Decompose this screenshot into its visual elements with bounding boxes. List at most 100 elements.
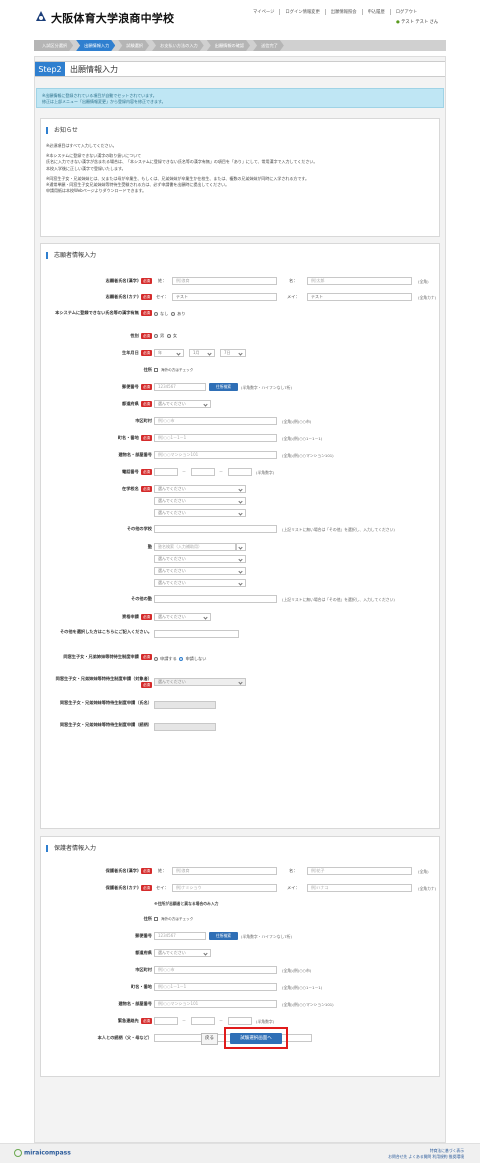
g-overseas-checkbox[interactable] [154, 917, 158, 921]
gender-options: 男 女 [154, 333, 177, 339]
building-label: 建物名・部屋番号 [118, 452, 152, 457]
juku-search-input[interactable]: 塾名検索（入力補助用） [154, 543, 236, 551]
g-zip-input[interactable]: 1234567 [154, 932, 206, 940]
city-input[interactable]: 例)○○市 [154, 417, 277, 425]
mei-kana-label: メイ： [287, 294, 300, 299]
juku-select-1[interactable]: 選んでください [154, 555, 246, 563]
phone-input-3[interactable] [228, 468, 252, 476]
footer-link-row[interactable]: お問合せ先 よくある質問 利用規約 推奨環境 [388, 1154, 464, 1160]
person-icon: ● [396, 20, 400, 25]
top-nav: マイページ ログイン情報変更 出願情報照会 申込履歴 ログアウト [248, 9, 422, 15]
step-3: 試験選択 [118, 40, 149, 51]
sibling-name-input[interactable] [154, 701, 216, 709]
dash: － [182, 469, 186, 474]
name-kana-label: 志願者氏名(カナ) 必須 [105, 294, 152, 300]
sibling-options: 申請する 申請しない [154, 656, 206, 662]
zip-note: (半角数字・ハイフンなし7桁) [241, 385, 292, 390]
g-city-input[interactable]: 例)○○市 [154, 966, 277, 974]
user-name: ● テスト テスト さん [396, 19, 438, 25]
birth-year-select[interactable]: 年 [154, 349, 184, 357]
phone-note: (半角数字) [256, 470, 275, 475]
school-select-2[interactable]: 選んでください [154, 497, 246, 505]
g-street-note: (全角)(例)○○1－1－1) [282, 985, 323, 990]
name-kana-sei-input[interactable]: テスト [172, 293, 277, 301]
city-note: (全角)(例)○○市) [282, 419, 312, 424]
emergency-input-1[interactable] [154, 1017, 178, 1025]
g-street-input[interactable]: 例)○○1－1－1 [154, 983, 277, 991]
phone-input-2[interactable] [191, 468, 215, 476]
kanji-none-radio[interactable] [154, 312, 158, 316]
back-button[interactable]: 戻る [201, 1033, 218, 1045]
birth-label: 生年月日 必須 [122, 350, 152, 356]
emergency-input-3[interactable] [228, 1017, 252, 1025]
info-line: 修正は上部メニュー「出願情報変更」から登録内容を修正できます。 [42, 99, 166, 104]
zip-input[interactable]: 1234567 [154, 383, 206, 391]
sibling-rel-input[interactable] [154, 723, 216, 731]
other-note-input[interactable] [154, 630, 239, 638]
phone-input-1[interactable] [154, 468, 178, 476]
juku-select-3[interactable]: 選んでください [154, 579, 246, 587]
other-school-label: その他の学校 [126, 526, 152, 531]
step-2: 出願情報入力 [76, 40, 115, 51]
gender-male-radio[interactable] [154, 334, 158, 338]
g-building-input[interactable]: 例)○○マンション101 [154, 1000, 277, 1008]
address-search-button[interactable]: 住所検索 [209, 383, 238, 391]
g-building-label: 建物名・部屋番号 [118, 1001, 152, 1006]
juku-search-button[interactable] [236, 543, 246, 551]
overseas-checkbox[interactable] [154, 368, 158, 372]
nav-application-view[interactable]: 出願情報照会 [324, 9, 362, 15]
sibling-no-apply-radio[interactable] [179, 657, 184, 661]
name-kanji-sei-input[interactable]: 例)浪商 [172, 277, 277, 285]
name-kanji-mei-input[interactable]: 例)太郎 [307, 277, 412, 285]
school-select-1[interactable]: 選んでください [154, 485, 246, 493]
birth-day-select[interactable]: 7日 [220, 349, 246, 357]
sibling-target-select[interactable]: 選んでください [154, 678, 246, 686]
kanji-exists-radio[interactable] [171, 312, 176, 316]
sibling-apply-radio[interactable] [154, 657, 158, 661]
nav-login-change[interactable]: ログイン情報変更 [279, 9, 324, 15]
other-juku-note: (上記リストに無い場合は「その他」を選択し、入力してください) [282, 597, 395, 602]
school-select-3[interactable]: 選んでください [154, 509, 246, 517]
guardian-title: 保護者情報入力 [46, 845, 96, 852]
other-school-input[interactable] [154, 525, 277, 533]
brand-logo-icon [14, 1149, 22, 1157]
sibling-rel-label: 同窓生子女・兄弟姉妹等特待生制度申請（続柄） [59, 722, 152, 727]
building-input[interactable]: 例)○○マンション101 [154, 451, 277, 459]
sibling-label: 同窓生子女・兄弟姉妹等特待生制度申請 必須 [63, 654, 152, 661]
footer: miraicompass 特商法に基づく表示 お問合せ先 よくある質問 利用規約… [0, 1143, 480, 1163]
other-juku-input[interactable] [154, 595, 277, 603]
nav-history[interactable]: 申込履歴 [361, 9, 390, 15]
zip-label: 郵便番号 必須 [122, 384, 152, 390]
gender-label: 性別 必須 [130, 333, 152, 339]
street-input[interactable]: 例)○○1－1－1 [154, 434, 277, 442]
g-name-kanji-mei-input[interactable]: 例)花子 [307, 867, 412, 875]
nav-logout[interactable]: ログアウト [389, 9, 422, 15]
info-box: ※出願情報に登録されている項目が自動でセットされています。 修正は上部メニュー「… [36, 88, 444, 108]
g-overseas-check[interactable]: 海外の方はチェック [154, 916, 193, 922]
sibling-name-label: 同窓生子女・兄弟姉妹等特待生制度申請（氏名） [59, 700, 152, 705]
g-pref-select[interactable]: 選んでください [154, 949, 211, 957]
pref-select[interactable]: 選んでください [154, 400, 211, 408]
g-address-search-button[interactable]: 住所検索 [209, 932, 238, 940]
exam-type-select[interactable]: 選んでください [154, 613, 211, 621]
main-content: Step2 出願情報入力 ※出願情報に登録されている項目が自動でセットされていま… [34, 56, 446, 1143]
g-name-kana-sei-input[interactable]: 例)ナミショウ [172, 884, 277, 892]
step-number: Step2 [35, 62, 65, 76]
g-name-kana-mei-input[interactable]: 例)ハナコ [307, 884, 412, 892]
emergency-label: 緊急連絡先 必須 [117, 1018, 152, 1024]
relation-label: 本人との続柄（父・母など） [97, 1035, 152, 1040]
nav-mypage[interactable]: マイページ [248, 9, 279, 15]
name-kana-mei-input[interactable]: テスト [307, 293, 412, 301]
footer-brand: miraicompass [14, 1149, 71, 1157]
gender-female-radio[interactable] [166, 334, 171, 338]
overseas-check[interactable]: 海外の方はチェック [154, 367, 193, 373]
street-note: (全角)(例)○○1－1－1) [282, 436, 323, 441]
emergency-input-2[interactable] [191, 1017, 215, 1025]
street-label: 町名・番地 必須 [117, 435, 152, 441]
city-label: 市区町村 [135, 418, 152, 423]
juku-select-2[interactable]: 選んでください [154, 567, 246, 575]
g-name-kanji-sei-input[interactable]: 例)浪商 [172, 867, 277, 875]
next-button[interactable]: 試験選択画面へ [230, 1033, 282, 1044]
g-name-kana-note: (全角カナ) [418, 886, 437, 891]
birth-month-select[interactable]: 1月 [189, 349, 215, 357]
